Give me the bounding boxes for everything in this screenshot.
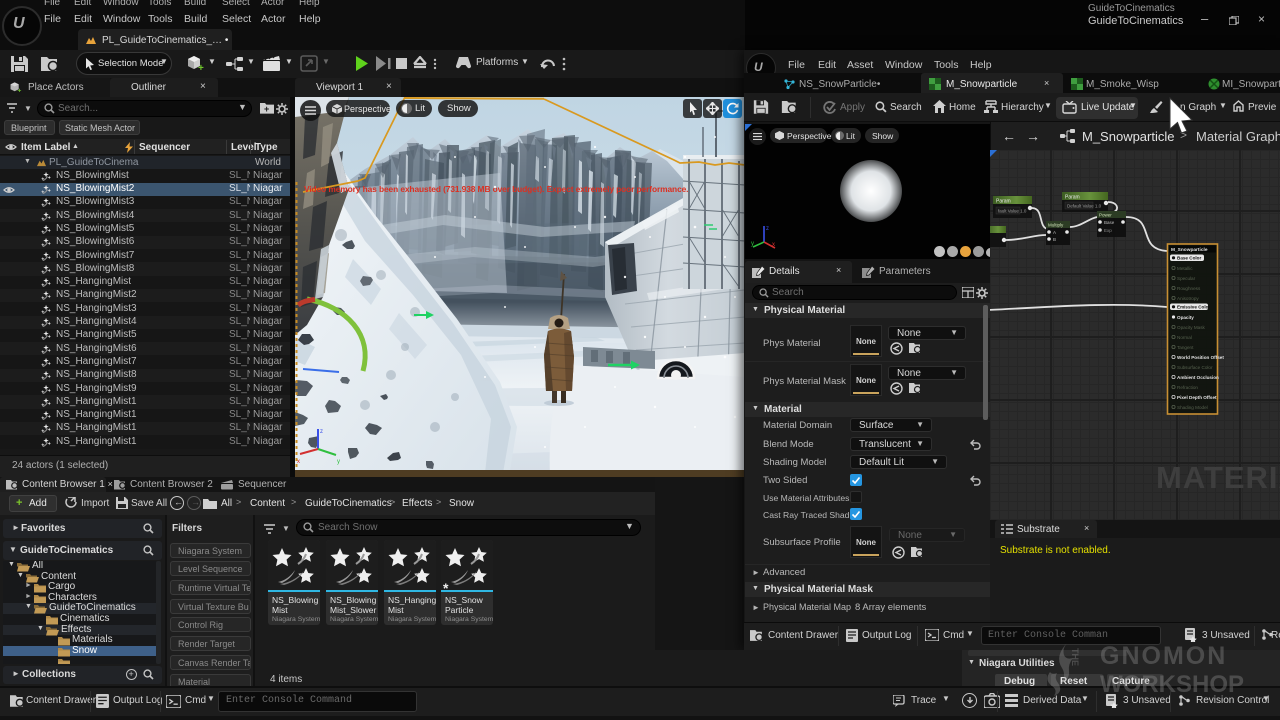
svg-text:Param: Param bbox=[996, 199, 1011, 205]
svg-text:Pixel Depth Offset: Pixel Depth Offset bbox=[1177, 395, 1217, 400]
svg-text:B: B bbox=[1053, 237, 1056, 242]
svg-text:+: + bbox=[198, 63, 204, 73]
svg-text:Shading Model: Shading Model bbox=[1177, 405, 1208, 410]
svg-text:Multiply: Multiply bbox=[1048, 223, 1064, 228]
svg-text:Video memory has been exhauste: Video memory has been exhausted (731.938… bbox=[304, 184, 688, 194]
svg-text:y: y bbox=[337, 459, 340, 465]
svg-text:Tangent: Tangent bbox=[1177, 345, 1194, 350]
svg-text:Power: Power bbox=[1099, 213, 1112, 218]
svg-text:x: x bbox=[772, 242, 775, 248]
svg-text:Anisotropy: Anisotropy bbox=[1177, 296, 1199, 301]
svg-text:Normal: Normal bbox=[1177, 335, 1192, 340]
svg-text:fault Value 1.0: fault Value 1.0 bbox=[998, 209, 1027, 214]
svg-text:Subsurface Color: Subsurface Color bbox=[1177, 365, 1213, 370]
svg-text:+: + bbox=[264, 104, 269, 114]
svg-text:Emissive Color: Emissive Color bbox=[1177, 305, 1210, 310]
svg-text:Roughness: Roughness bbox=[1177, 286, 1201, 291]
svg-text:Opacity: Opacity bbox=[1177, 315, 1194, 320]
svg-text:Ambient Occlusion: Ambient Occlusion bbox=[1177, 375, 1219, 380]
svg-text:Refraction: Refraction bbox=[1177, 385, 1198, 390]
svg-text:Opacity Mask: Opacity Mask bbox=[1177, 325, 1206, 330]
svg-text:Param: Param bbox=[1065, 195, 1080, 201]
svg-text:z: z bbox=[320, 429, 323, 435]
svg-text:Base Color: Base Color bbox=[1177, 256, 1201, 261]
svg-text:Specular: Specular bbox=[1177, 276, 1196, 281]
svg-text:M_Snowparticle: M_Snowparticle bbox=[1171, 247, 1208, 253]
svg-text:z: z bbox=[766, 226, 769, 232]
svg-text:World Position Offset: World Position Offset bbox=[1177, 355, 1224, 360]
svg-text:Default Value 1.0: Default Value 1.0 bbox=[1067, 204, 1102, 209]
svg-text:A: A bbox=[1053, 230, 1056, 235]
svg-text:Metallic: Metallic bbox=[1177, 266, 1193, 271]
svg-text:Base: Base bbox=[1104, 220, 1115, 225]
svg-text:+: + bbox=[17, 88, 21, 94]
svg-text:y: y bbox=[751, 241, 754, 247]
svg-text:Exp: Exp bbox=[1104, 228, 1112, 233]
